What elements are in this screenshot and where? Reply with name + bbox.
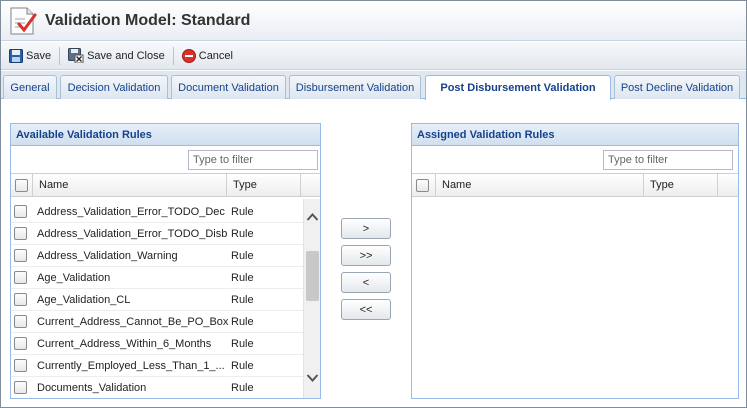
row-checkbox[interactable] [14, 227, 27, 240]
row-checkbox[interactable] [14, 359, 27, 372]
save-and-close-label: Save and Close [87, 49, 165, 62]
available-rules-panel: Available Validation Rules Name Type Add… [10, 123, 321, 399]
assigned-filter-row [412, 146, 738, 172]
rule-name: Age_Validation_CL [37, 294, 131, 306]
rule-name: Address_Validation_Error_TODO_Disb [37, 228, 228, 240]
scroll-thumb[interactable] [306, 251, 319, 301]
row-checkbox[interactable] [14, 315, 27, 328]
rule-type: Rule [231, 206, 254, 218]
rule-type: Rule [231, 316, 254, 328]
rule-name: Current_Address_Within_6_Months [37, 338, 212, 350]
toolbar-divider [59, 46, 61, 65]
assigned-rules-title: Assigned Validation Rules [412, 124, 738, 146]
rule-type: Rule [231, 228, 254, 240]
save-close-icon [68, 48, 84, 63]
tab-post-disbursement-validation[interactable]: Post Disbursement Validation [425, 75, 611, 100]
toolbar: Save Save and Close Cancel [1, 42, 746, 70]
rule-type: Rule [231, 272, 254, 284]
rule-name: Age_Validation [37, 272, 111, 284]
row-checkbox[interactable] [14, 337, 27, 350]
available-rules-title: Available Validation Rules [11, 124, 320, 146]
page-title: Validation Model: Standard [45, 11, 251, 29]
row-checkbox[interactable] [14, 381, 27, 394]
tab-post-decline-validation[interactable]: Post Decline Validation [614, 75, 740, 99]
row-checkbox[interactable] [14, 293, 27, 306]
assigned-type-column-header[interactable]: Type [644, 174, 718, 196]
tab-disbursement-validation[interactable]: Disbursement Validation [289, 75, 421, 99]
rule-name: Documents_Validation [37, 382, 147, 394]
table-row[interactable]: Address_Validation_Error_TODO_Dec Rule [11, 201, 303, 223]
row-checkbox[interactable] [14, 271, 27, 284]
toolbar-divider [172, 46, 174, 65]
tab-decision-validation[interactable]: Decision Validation [60, 75, 168, 99]
floppy-disk-icon [9, 48, 23, 63]
tab-general[interactable]: General [3, 75, 57, 99]
available-filter-row [11, 146, 320, 172]
table-row[interactable]: Age_Validation Rule [11, 267, 303, 289]
available-rules-list: Address_Validation_Error_TODO_Dec Rule A… [11, 199, 303, 398]
table-row[interactable]: Address_Validation_Error_TODO_Disb Rule [11, 223, 303, 245]
available-name-column-header[interactable]: Name [33, 174, 227, 196]
assigned-filter-input[interactable] [603, 150, 733, 170]
rule-name: Currently_Employed_Less_Than_1_... [37, 360, 225, 372]
rule-type: Rule [231, 294, 254, 306]
table-row[interactable]: Currently_Employed_Less_Than_1_... Rule [11, 355, 303, 377]
row-checkbox[interactable] [14, 205, 27, 218]
assigned-select-all-checkbox[interactable] [416, 178, 429, 192]
table-row[interactable]: Documents_Validation Rule [11, 377, 303, 398]
assigned-rules-panel: Assigned Validation Rules Name Type [411, 123, 739, 399]
table-row[interactable]: Address_Validation_Warning Rule [11, 245, 303, 267]
row-checkbox[interactable] [14, 249, 27, 262]
rule-name: Address_Validation_Error_TODO_Dec [37, 206, 225, 218]
table-row[interactable]: Current_Address_Within_6_Months Rule [11, 333, 303, 355]
tab-document-validation[interactable]: Document Validation [171, 75, 286, 99]
add-selected-button[interactable]: > [341, 218, 391, 239]
available-grid-header: Name Type [11, 173, 320, 197]
rule-name: Current_Address_Cannot_Be_PO_Box [37, 316, 229, 328]
checklist-document-icon [7, 6, 37, 36]
cancel-button[interactable]: Cancel [178, 45, 237, 67]
cancel-label: Cancel [198, 49, 233, 62]
validation-model-window: Validation Model: Standard Save Save and… [0, 0, 747, 408]
cancel-icon [181, 48, 196, 63]
rule-type: Rule [231, 382, 254, 394]
rule-name: Address_Validation_Warning [37, 250, 178, 262]
available-select-all-checkbox[interactable] [15, 178, 28, 192]
title-bar: Validation Model: Standard [1, 1, 746, 41]
rule-type: Rule [231, 338, 254, 350]
available-filter-input[interactable] [188, 150, 318, 170]
save-label: Save [26, 49, 52, 62]
scroll-down-chevron-icon[interactable] [306, 373, 319, 383]
table-row[interactable]: Current_Address_Cannot_Be_PO_Box Rule [11, 311, 303, 333]
assigned-grid-header: Name Type [412, 173, 738, 197]
save-and-close-button[interactable]: Save and Close [64, 45, 169, 67]
tab-bar: General Decision Validation Document Val… [1, 71, 746, 100]
save-button[interactable]: Save [5, 45, 55, 67]
remove-all-button[interactable]: << [341, 299, 391, 320]
available-select-all-cell [11, 174, 33, 196]
available-list-scrollbar[interactable] [303, 199, 320, 398]
rule-type: Rule [231, 250, 254, 262]
rule-type: Rule [231, 360, 254, 372]
assigned-name-column-header[interactable]: Name [436, 174, 644, 196]
remove-selected-button[interactable]: < [341, 272, 391, 293]
add-all-button[interactable]: >> [341, 245, 391, 266]
available-type-column-header[interactable]: Type [227, 174, 301, 196]
assigned-select-all-cell [412, 174, 436, 196]
table-row[interactable]: Age_Validation_CL Rule [11, 289, 303, 311]
assigned-rules-list [412, 199, 738, 398]
scroll-up-chevron-icon[interactable] [306, 212, 319, 222]
